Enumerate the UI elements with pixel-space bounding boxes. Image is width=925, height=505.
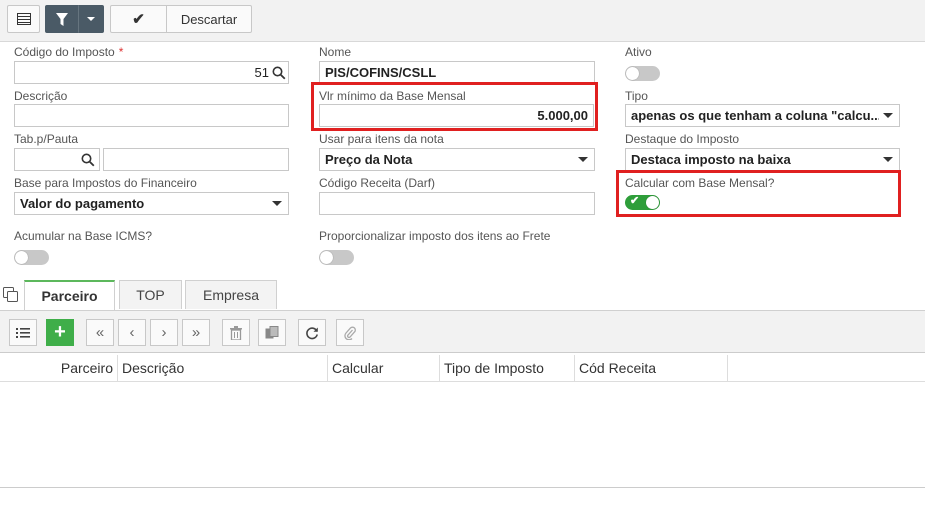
check-icon: ✔	[132, 11, 145, 28]
highlight-vlr-minimo	[311, 82, 598, 131]
grid-view-button[interactable]	[7, 5, 40, 33]
proporcionalizar-label: Proporcionalizar imposto dos itens ao Fr…	[319, 229, 551, 243]
grid-header-cod-receita[interactable]: Cód Receita	[575, 355, 728, 381]
refresh-icon	[306, 326, 318, 339]
grid-header-divider	[0, 381, 925, 382]
codigo-receita-field[interactable]	[319, 192, 595, 215]
grid-header-calcular[interactable]: Calcular	[328, 355, 440, 381]
grid-view-icon	[16, 13, 31, 25]
add-button[interactable]: +	[46, 319, 74, 346]
grid-header-descricao[interactable]: Descrição	[118, 355, 328, 381]
search-icon[interactable]	[81, 153, 95, 167]
tab-pauta-label: Tab.p/Pauta	[14, 132, 79, 146]
double-chevron-right-icon: »	[191, 324, 201, 341]
highlight-calcular-base-mensal	[616, 170, 901, 217]
nome-label: Nome	[319, 45, 352, 59]
tipo-value: apenas os que tenham a coluna "calcu...	[631, 108, 879, 123]
plus-icon: +	[54, 321, 66, 343]
next-record-button[interactable]: ›	[150, 319, 178, 346]
filter-dropdown-button[interactable]	[78, 5, 104, 33]
chevron-down-icon	[272, 201, 282, 206]
chevron-right-icon: ›	[161, 324, 167, 341]
tipo-select[interactable]: apenas os que tenham a coluna "calcu...	[625, 104, 900, 127]
delete-button[interactable]	[222, 319, 250, 346]
descricao-field[interactable]	[14, 104, 289, 127]
list-icon	[16, 327, 30, 338]
duplicate-button[interactable]	[258, 319, 286, 346]
ativo-toggle[interactable]	[625, 66, 660, 81]
destaque-select[interactable]: Destaca imposto na baixa	[625, 148, 900, 171]
filter-button[interactable]	[45, 5, 78, 33]
tab-pauta-description-field[interactable]	[103, 148, 289, 171]
codigo-receita-label: Código Receita (Darf)	[319, 176, 436, 190]
destaque-label: Destaque do Imposto	[625, 132, 740, 146]
tab-parceiro[interactable]: Parceiro	[24, 280, 115, 310]
chevron-down-icon	[578, 157, 588, 162]
previous-record-button[interactable]: ‹	[118, 319, 146, 346]
chevron-down-icon	[883, 113, 893, 118]
tipo-label: Tipo	[625, 89, 648, 103]
main-toolbar: ✔ Descartar	[0, 0, 925, 42]
usar-para-itens-select[interactable]: Preço da Nota	[319, 148, 595, 171]
codigo-imposto-field[interactable]: 51	[14, 61, 289, 84]
copy-icon[interactable]	[3, 287, 19, 303]
list-view-button[interactable]	[9, 319, 37, 346]
search-icon[interactable]	[272, 66, 286, 80]
tab-top[interactable]: TOP	[119, 280, 182, 309]
tab-pauta-field[interactable]	[14, 148, 100, 171]
refresh-button[interactable]	[298, 319, 326, 346]
codigo-imposto-value: 51	[254, 65, 269, 80]
acumular-icms-label: Acumular na Base ICMS?	[14, 229, 153, 243]
discard-button[interactable]: Descartar	[166, 5, 252, 33]
last-record-button[interactable]: »	[182, 319, 210, 346]
chevron-left-icon: ‹	[129, 324, 135, 341]
base-financeiro-value: Valor do pagamento	[20, 196, 145, 211]
duplicate-icon	[265, 325, 279, 338]
confirm-button[interactable]: ✔	[110, 5, 167, 33]
tab-empresa[interactable]: Empresa	[185, 280, 277, 309]
proporcionalizar-toggle[interactable]	[319, 250, 354, 265]
usar-para-itens-label: Usar para itens da nota	[319, 132, 444, 146]
trash-icon	[230, 325, 242, 340]
chevron-down-icon	[883, 157, 893, 162]
filter-icon	[55, 12, 68, 26]
ativo-label: Ativo	[625, 45, 652, 59]
first-record-button[interactable]: «	[86, 319, 114, 346]
attach-button[interactable]	[336, 319, 364, 346]
grid-header-parceiro[interactable]: Parceiro	[0, 355, 118, 381]
nome-field[interactable]: PIS/COFINS/CSLL	[319, 61, 595, 84]
chevron-down-icon	[87, 17, 95, 21]
base-financeiro-label: Base para Impostos do Financeiro	[14, 176, 197, 190]
required-mark: *	[118, 45, 124, 59]
double-chevron-left-icon: «	[95, 324, 105, 341]
destaque-value: Destaca imposto na baixa	[631, 152, 791, 167]
paperclip-icon	[344, 326, 356, 340]
descricao-label: Descrição	[14, 89, 68, 103]
base-financeiro-select[interactable]: Valor do pagamento	[14, 192, 289, 215]
acumular-icms-toggle[interactable]	[14, 250, 49, 265]
codigo-imposto-label: Código do Imposto *	[14, 45, 124, 59]
grid-header-tipo-de-imposto[interactable]: Tipo de Imposto	[440, 355, 575, 381]
grid-toolbar: + « ‹ › »	[0, 310, 925, 353]
usar-para-itens-value: Preço da Nota	[325, 152, 413, 167]
